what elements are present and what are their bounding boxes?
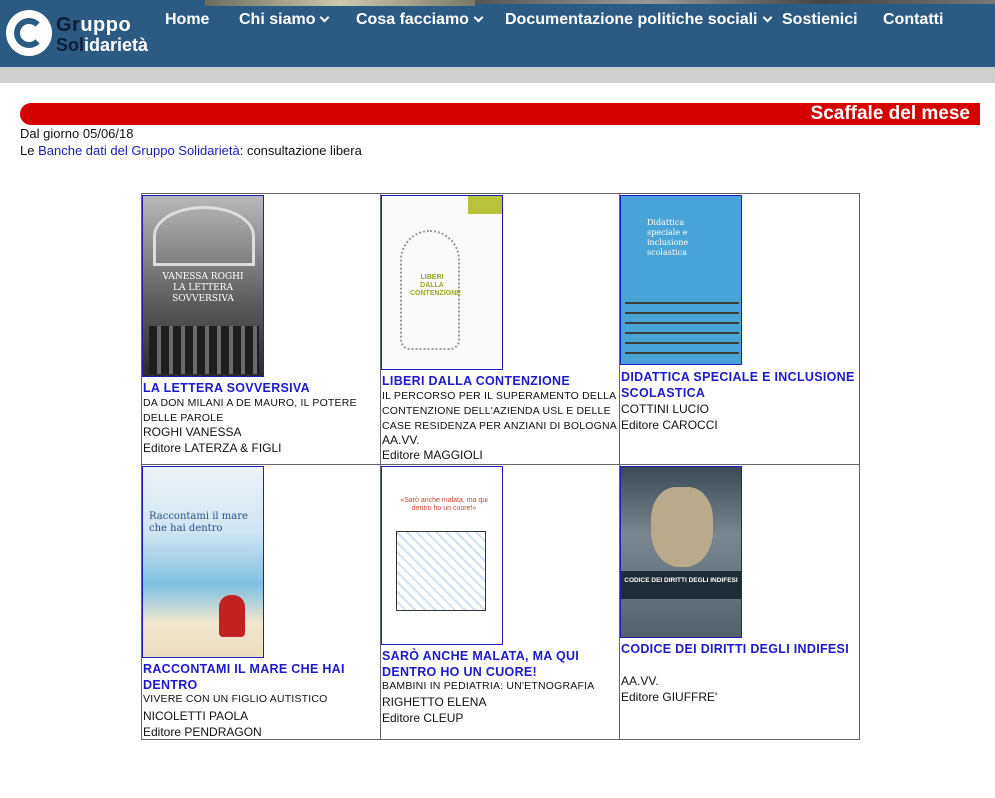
book-title-link[interactable]: RACCONTAMI IL MARE CHE HAI DENTRO <box>143 661 379 693</box>
section-title: Scaffale del mese <box>810 103 970 124</box>
cover-text: Didattica speciale e inclusione scolasti… <box>647 218 689 257</box>
book-card: Didattica speciale e inclusione scolasti… <box>619 194 859 464</box>
book-publisher: Editore LATERZA & FIGLI <box>143 441 282 455</box>
book-cover[interactable]: VANESSA ROGHI LA LETTERA SOVVERSIVA <box>142 195 264 377</box>
book-author: ROGHI VANESSA <box>143 425 242 439</box>
info-line: Le Banche dati del Gruppo Solidarietà: c… <box>20 143 362 158</box>
book-subtitle: DA DON MILANI A DE MAURO, IL POTERE DELL… <box>143 397 357 424</box>
nav-item-sostienici[interactable]: Sostienici <box>782 11 858 29</box>
logo-emblem-icon <box>6 10 52 56</box>
logo-text-line2: Solidarietà <box>56 35 149 55</box>
logo-text-line1: Gruppo <box>56 14 132 36</box>
book-title-link[interactable]: LIBERI DALLA CONTENZIONE <box>382 373 618 389</box>
cover-text: CODICE DEI DIRITTI DEGLI INDIFESI <box>624 577 738 584</box>
book-card: Raccontami il mare che hai dentro RACCON… <box>141 464 380 740</box>
nav-item-documentazione[interactable]: Documentazione politiche sociali <box>505 11 772 29</box>
book-title-link[interactable]: CODICE DEI DIRITTI DEGLI INDIFESI <box>621 641 857 657</box>
book-card: LIBERI DALLA CONTENZIONE LIBERI DALLA CO… <box>380 194 619 464</box>
header-photo-strip <box>205 0 475 6</box>
book-grid: VANESSA ROGHI LA LETTERA SOVVERSIVA LA L… <box>141 193 860 740</box>
header-photo-strip-right <box>475 0 995 4</box>
header-divider <box>0 67 995 83</box>
book-author: RIGHETTO ELENA <box>382 695 487 709</box>
book-author: COTTINI LUCIO <box>621 402 710 416</box>
book-card: VANESSA ROGHI LA LETTERA SOVVERSIVA LA L… <box>141 194 380 464</box>
cover-text: Raccontami il mare che hai dentro <box>149 511 248 534</box>
databank-link[interactable]: Banche dati del Gruppo Solidarietà <box>38 143 240 158</box>
book-author: AA.VV. <box>382 433 420 447</box>
book-subtitle: BAMBINI IN PEDIATRIA: UN'ETNOGRAFIA <box>382 680 595 692</box>
book-title-link[interactable]: DIDATTICA SPECIALE E INCLUSIONE SCOLASTI… <box>621 369 857 401</box>
cover-text: «Sarò anche malata, ma qui dentro ho un … <box>400 497 488 512</box>
book-publisher: Editore PENDRAGON <box>143 725 262 739</box>
cover-text: VANESSA ROGHI LA LETTERA SOVVERSIVA <box>162 272 244 304</box>
book-author: AA.VV. <box>621 674 659 688</box>
book-card: CODICE DEI DIRITTI DEGLI INDIFESI CODICE… <box>619 464 859 740</box>
nav-item-cosa-facciamo[interactable]: Cosa facciamo <box>356 11 484 29</box>
nav-item-contatti[interactable]: Contatti <box>883 11 943 29</box>
book-subtitle: VIVERE CON UN FIGLIO AUTISTICO <box>143 693 328 705</box>
site-header: Gruppo Solidarietà Home Chi siamo Cosa f… <box>0 0 995 67</box>
book-publisher: Editore GIUFFRE' <box>621 690 718 704</box>
book-title-link[interactable]: LA LETTERA SOVVERSIVA <box>143 380 379 396</box>
book-card: «Sarò anche malata, ma qui dentro ho un … <box>380 464 619 740</box>
chevron-down-icon <box>473 12 484 23</box>
book-title-link[interactable]: SARÒ ANCHE MALATA, MA QUI DENTRO HO UN C… <box>382 648 618 680</box>
book-author: NICOLETTI PAOLA <box>143 709 249 723</box>
date-line: Dal giorno 05/06/18 <box>20 126 134 141</box>
book-subtitle: IL PERCORSO PER IL SUPERAMENTO DELLA CON… <box>382 390 617 432</box>
section-banner: Scaffale del mese <box>20 103 980 125</box>
book-cover[interactable]: Didattica speciale e inclusione scolasti… <box>620 195 742 365</box>
book-cover[interactable]: LIBERI DALLA CONTENZIONE <box>381 195 503 370</box>
book-cover[interactable]: Raccontami il mare che hai dentro <box>142 466 264 658</box>
chevron-down-icon <box>762 12 772 23</box>
nav-item-home[interactable]: Home <box>165 11 209 29</box>
book-cover[interactable]: «Sarò anche malata, ma qui dentro ho un … <box>381 466 503 645</box>
book-publisher: Editore CAROCCI <box>621 418 718 432</box>
site-logo[interactable]: Gruppo Solidarietà <box>6 10 148 58</box>
chevron-down-icon <box>320 12 330 23</box>
nav-item-chi-siamo[interactable]: Chi siamo <box>239 11 330 29</box>
book-cover[interactable]: CODICE DEI DIRITTI DEGLI INDIFESI <box>620 466 742 638</box>
book-publisher: Editore MAGGIOLI <box>382 448 483 462</box>
cover-text: LIBERI DALLA CONTENZIONE <box>410 274 461 297</box>
book-publisher: Editore CLEUP <box>382 711 464 725</box>
